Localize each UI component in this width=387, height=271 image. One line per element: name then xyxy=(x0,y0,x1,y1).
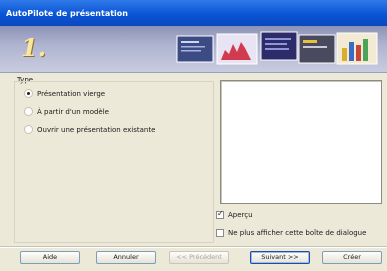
button-separator xyxy=(0,246,387,248)
option-open-existing-label[interactable]: Ouvrir une présentation existante xyxy=(37,126,155,134)
dont-show-checkbox[interactable] xyxy=(216,229,224,237)
radio-from-template[interactable] xyxy=(24,107,33,116)
preview-checkbox[interactable] xyxy=(216,209,224,219)
radio-open-existing[interactable] xyxy=(24,125,33,134)
option-from-template-label[interactable]: À partir d'un modèle xyxy=(37,108,109,116)
wizard-banner: 1. xyxy=(0,26,387,73)
banner-slides-image xyxy=(175,30,381,68)
cancel-button[interactable]: Annuler xyxy=(96,251,156,264)
create-button[interactable]: Créer xyxy=(322,251,382,264)
help-button[interactable]: Aide xyxy=(20,251,80,264)
dont-show-checkbox-label[interactable]: Ne plus afficher cette boîte de dialogue xyxy=(228,229,366,237)
banner-illustration xyxy=(176,31,378,65)
type-group-box xyxy=(14,81,214,243)
preview-pane xyxy=(220,80,382,204)
wizard-dialog: AutoPilote de présentation 1. Type Prése… xyxy=(0,0,387,271)
step-number: 1. xyxy=(21,33,47,62)
radio-blank-presentation[interactable] xyxy=(24,89,33,98)
option-blank-presentation-label[interactable]: Présentation vierge xyxy=(37,90,105,98)
window-title: AutoPilote de présentation xyxy=(6,9,128,18)
title-bar[interactable]: AutoPilote de présentation xyxy=(0,0,387,26)
next-button[interactable]: Suivant >> xyxy=(250,251,310,264)
preview-checkbox-label[interactable]: Aperçu xyxy=(228,211,253,219)
back-button[interactable]: << Précédent xyxy=(169,251,229,264)
